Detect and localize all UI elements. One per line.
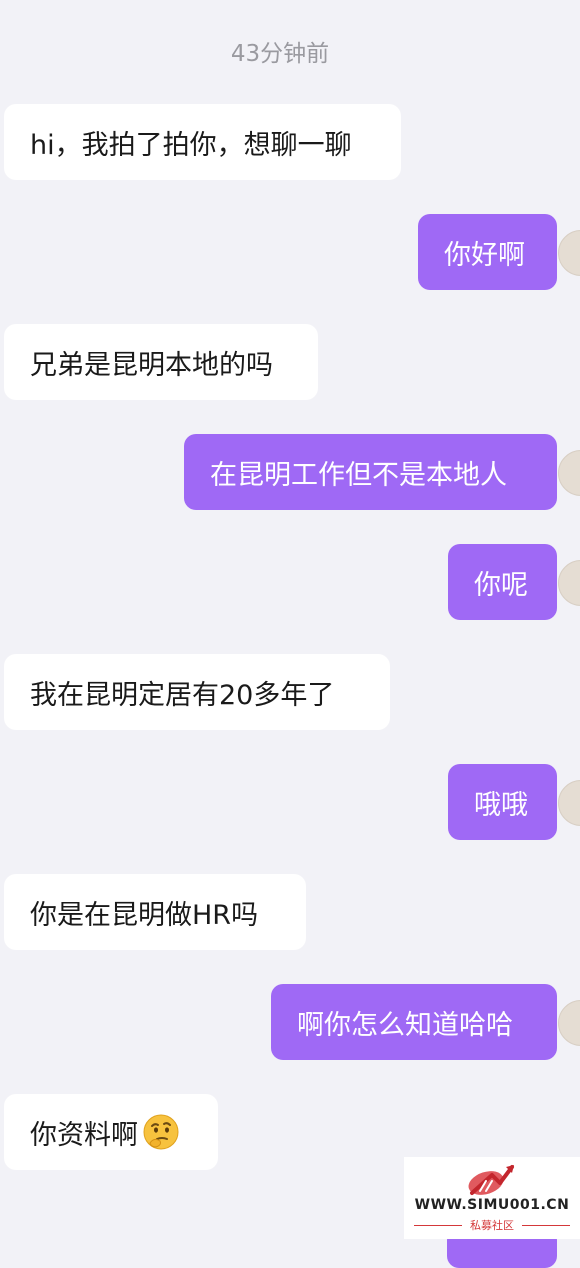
- message-text: 你是在昆明做HR吗: [30, 899, 259, 931]
- outgoing-message-bubble[interactable]: 哦哦: [448, 764, 557, 840]
- user-avatar[interactable]: [558, 780, 580, 826]
- watermark-subtitle: 私募社区: [470, 1219, 514, 1232]
- user-avatar[interactable]: [558, 230, 580, 276]
- watermark-url: WWW.SIMU001.CN: [414, 1197, 570, 1213]
- incoming-message-bubble[interactable]: 我在昆明定居有20多年了: [4, 654, 390, 730]
- message-text: 你资料啊: [30, 1119, 138, 1151]
- watermark: WWW.SIMU001.CN 私募社区: [404, 1157, 580, 1239]
- user-avatar[interactable]: [558, 560, 580, 606]
- incoming-message-bubble[interactable]: hi，我拍了拍你，想聊一聊: [4, 104, 401, 180]
- user-avatar[interactable]: [558, 450, 580, 496]
- outgoing-message-bubble[interactable]: 你呢: [448, 544, 557, 620]
- incoming-message-bubble[interactable]: 兄弟是昆明本地的吗: [4, 324, 318, 400]
- message-text: 我在昆明定居有20多年了: [30, 679, 335, 711]
- incoming-message-bubble[interactable]: 你资料啊: [4, 1094, 218, 1170]
- message-text: 哦哦: [474, 789, 528, 821]
- thinking-face-icon: [142, 1113, 180, 1151]
- message-timestamp: 43分钟前: [230, 41, 330, 67]
- message-text: 在昆明工作但不是本地人: [210, 459, 507, 491]
- incoming-message-bubble[interactable]: 你是在昆明做HR吗: [4, 874, 306, 950]
- message-text: hi，我拍了拍你，想聊一聊: [30, 129, 352, 161]
- outgoing-message-bubble[interactable]: 在昆明工作但不是本地人: [184, 434, 557, 510]
- outgoing-message-bubble[interactable]: 你好啊: [418, 214, 557, 290]
- user-avatar[interactable]: [558, 1000, 580, 1046]
- brand-logo-icon: [468, 1165, 514, 1195]
- message-text: 兄弟是昆明本地的吗: [30, 349, 273, 381]
- message-text: 你好啊: [444, 239, 525, 271]
- message-text: 啊你怎么知道哈哈: [297, 1009, 513, 1041]
- outgoing-message-bubble[interactable]: 啊你怎么知道哈哈: [271, 984, 557, 1060]
- message-text: 你呢: [474, 569, 528, 601]
